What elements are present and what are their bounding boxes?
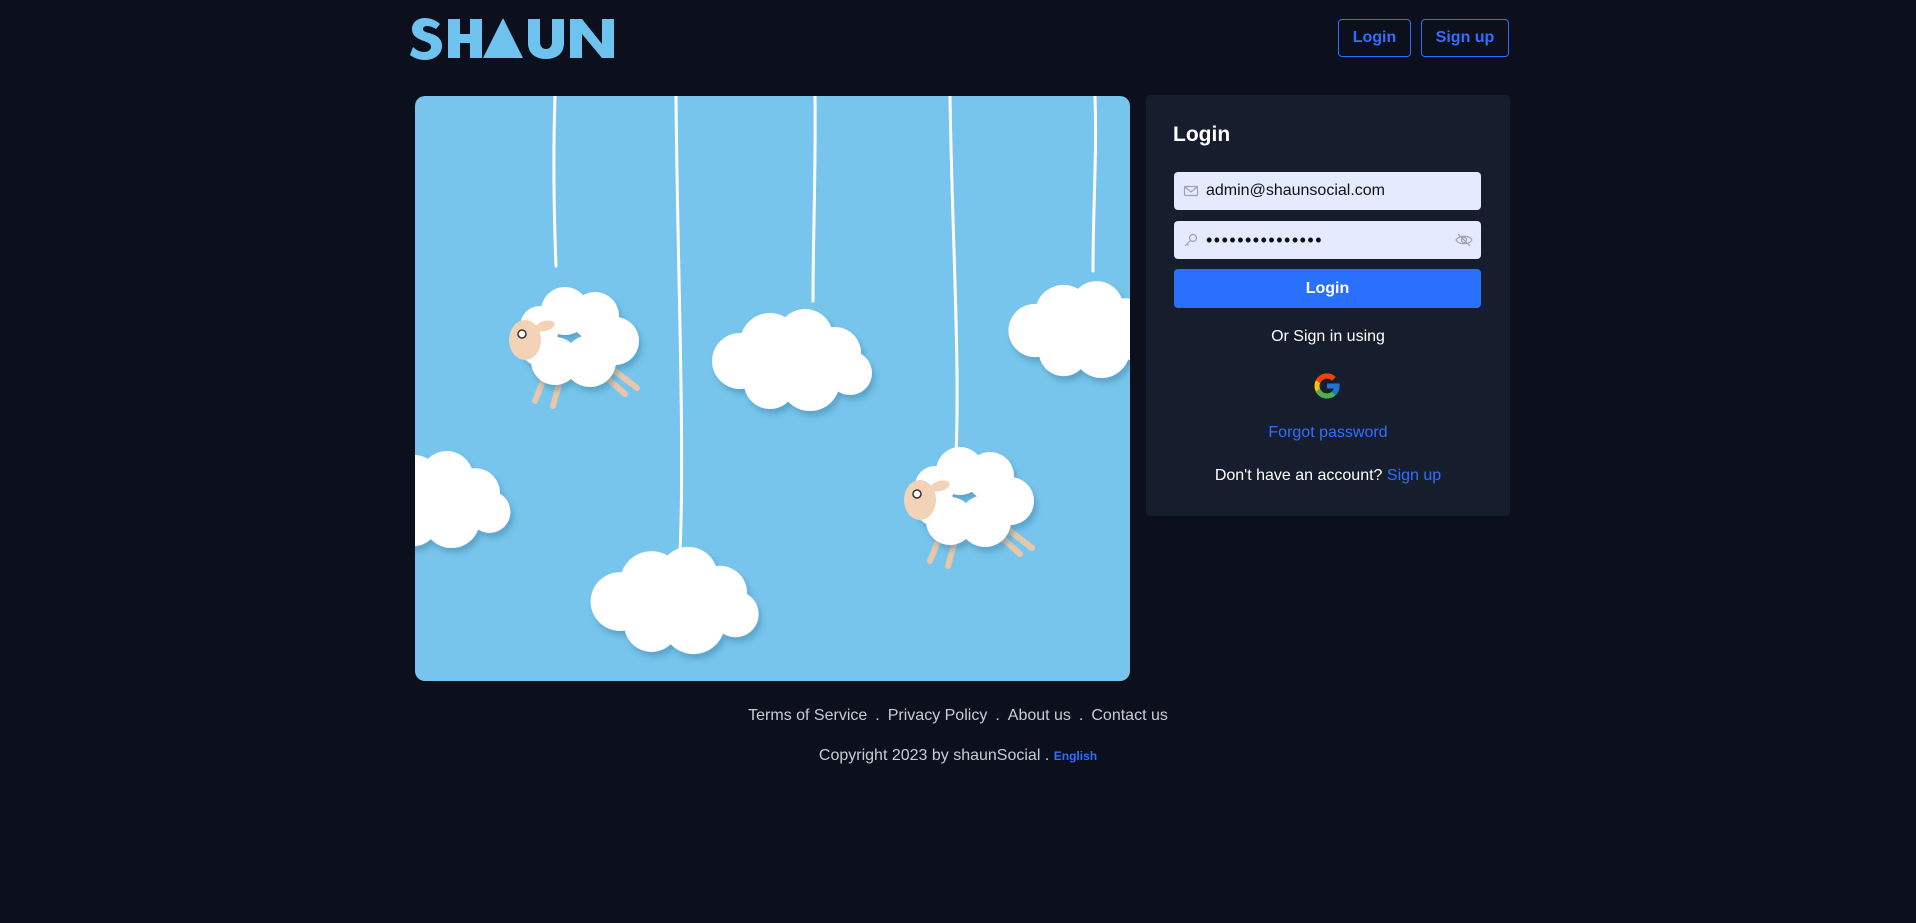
footer-separator: . [875,707,880,724]
header-signup-button[interactable]: Sign up [1421,19,1509,57]
header: Login Sign up [0,0,1916,78]
sheep-left [509,287,640,409]
copyright-text: Copyright 2023 by shaunSocial . [818,747,1050,764]
language-selector[interactable]: English [1054,749,1097,763]
signup-link[interactable]: Sign up [1387,467,1441,484]
google-icon[interactable] [1312,371,1342,401]
email-input[interactable] [1206,172,1456,210]
sheep-clouds-illustration [415,96,1130,654]
login-panel: Login Login Or Sign in using Forgot pass… [1146,95,1510,516]
sheep-right [904,447,1035,569]
footer-link-about[interactable]: About us [1008,707,1071,724]
password-input[interactable] [1206,221,1456,259]
hero-illustration [415,96,1130,681]
no-account-text: Don't have an account? [1214,467,1383,484]
mail-icon [1183,185,1199,197]
forgot-password-link[interactable]: Forgot password [1146,424,1510,442]
password-field[interactable] [1174,221,1481,259]
eye-off-icon[interactable] [1455,232,1473,248]
footer-link-privacy[interactable]: Privacy Policy [888,707,988,724]
footer-separator: . [995,707,1000,724]
or-sign-in-text: Or Sign in using [1271,328,1385,345]
shaun-logo[interactable] [410,16,614,60]
email-field[interactable] [1174,172,1481,210]
footer-links: Terms of Service. Privacy Policy. About us… [0,707,1916,725]
footer-link-contact[interactable]: Contact us [1091,707,1167,724]
footer-link-terms[interactable]: Terms of Service [748,707,867,724]
footer-copyright: Copyright 2023 by shaunSocial . English [0,747,1916,765]
footer-separator: . [1078,707,1084,724]
key-icon [1184,233,1198,247]
signup-prompt: Don't have an account? Sign up [1146,467,1510,485]
login-title: Login [1173,123,1231,146]
login-submit-button[interactable]: Login [1174,269,1481,308]
header-login-button[interactable]: Login [1338,19,1411,57]
